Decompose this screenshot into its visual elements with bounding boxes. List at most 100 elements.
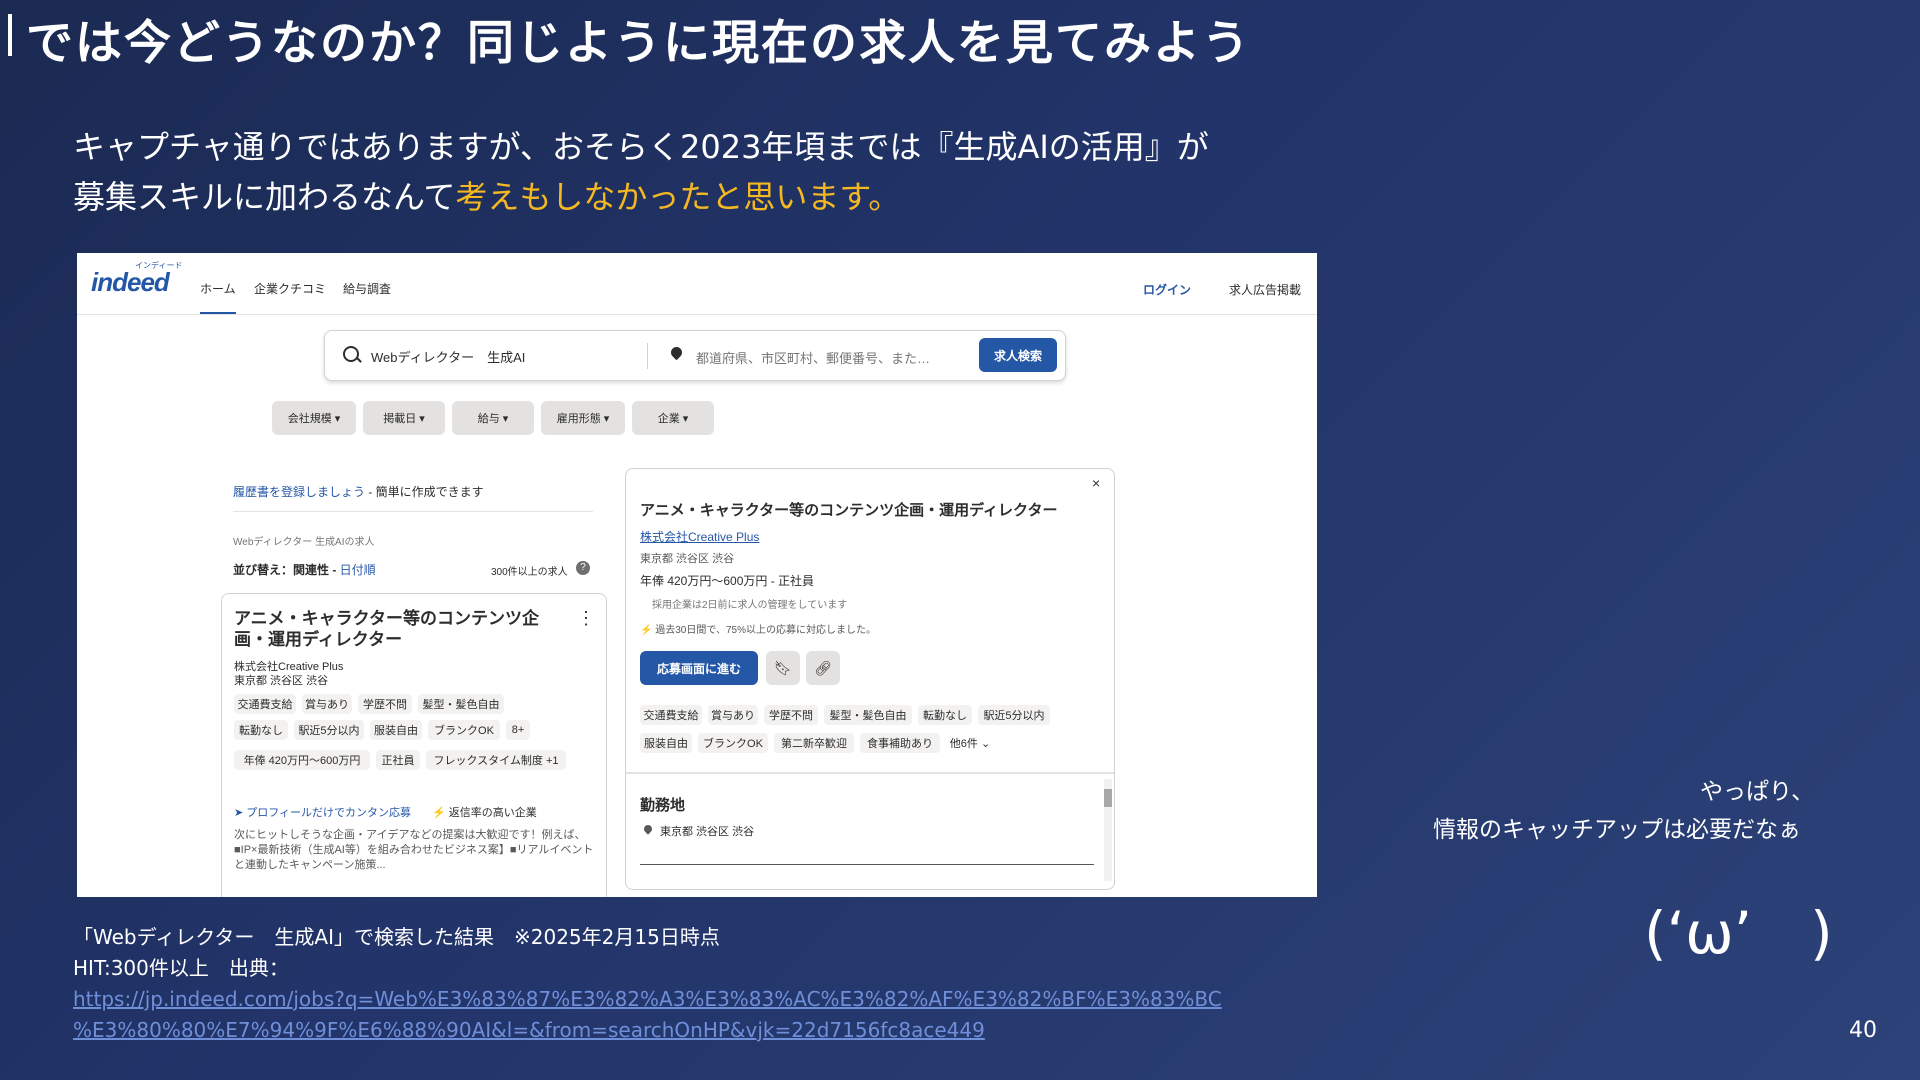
search-what-input[interactable]: Webディレクター 生成AI bbox=[371, 347, 525, 366]
result-label: Webディレクター 生成AIの求人 bbox=[233, 537, 375, 548]
help-icon[interactable]: ? bbox=[576, 561, 590, 575]
job-detail-location: 東京都 渋谷区 渋谷 bbox=[640, 553, 735, 565]
more-tags-toggle[interactable]: 他6件 ⌄ bbox=[946, 733, 994, 753]
filter-label: 雇用形態 bbox=[556, 413, 601, 425]
job-tag: 駅近5分以内 bbox=[294, 720, 364, 740]
job-tag: ブランクOK bbox=[428, 720, 500, 740]
filter-label: 会社規模 bbox=[287, 413, 332, 425]
search-icon bbox=[343, 346, 359, 362]
job-tag: 服装自由 bbox=[640, 733, 692, 753]
job-tag: 交通費支給 bbox=[234, 694, 296, 714]
job-card[interactable]: アニメ・キャラクター等のコンテンツ企画・運用ディレクター ⋮ 株式会社Creat… bbox=[221, 593, 607, 897]
responsive-employer-feature: ⚡ 返信率の高い企業 bbox=[432, 804, 537, 820]
resume-link[interactable]: 履歴書を登録しましょう bbox=[233, 485, 365, 499]
job-detail-response-note: ⚡ 過去30日間で、75%以上の応募に対応しました。 bbox=[640, 621, 876, 636]
divider bbox=[233, 511, 593, 512]
job-tag: 第二新卒歓迎 bbox=[774, 733, 854, 753]
detail-scrollbar-thumb[interactable] bbox=[1104, 789, 1112, 807]
location-pin-icon bbox=[642, 823, 654, 835]
lightning-icon: ⚡ bbox=[640, 625, 653, 636]
resume-prompt: 履歴書を登録しましょう - 簡単に作成できます bbox=[233, 483, 484, 500]
aside-comment-2: 情報のキャッチアップは必要だなぁ bbox=[1433, 817, 1801, 843]
filter-salary[interactable]: 給与 ▾ bbox=[452, 401, 534, 435]
indeed-logo-sub: インディード bbox=[135, 261, 183, 270]
intro-line-2: 募集スキルに加わるなんて考えもしなかったと思います。 bbox=[73, 172, 1209, 222]
nav-company-reviews[interactable]: 企業クチコミ bbox=[254, 280, 326, 297]
source-url-line-1[interactable]: https://jp.indeed.com/jobs?q=Web%E3%83%8… bbox=[73, 987, 1222, 1011]
more-options-icon[interactable]: ⋮ bbox=[577, 608, 595, 629]
job-tag: 交通費支給 bbox=[640, 705, 702, 725]
job-card-location: 東京都 渋谷区 渋谷 bbox=[234, 675, 329, 687]
job-tag: 賞与あり bbox=[708, 705, 758, 725]
close-icon[interactable]: × bbox=[1092, 475, 1100, 491]
job-tag-salary: 年俸 420万円～600万円 bbox=[234, 750, 370, 770]
source-url-line-2[interactable]: %E3%80%80%E7%94%9F%E6%88%90AI&l=&from=se… bbox=[73, 1018, 985, 1042]
caption-line-2: HIT:300件以上 出典： bbox=[73, 956, 289, 980]
job-card-title[interactable]: アニメ・キャラクター等のコンテンツ企画・運用ディレクター bbox=[234, 608, 544, 650]
work-location-address: 東京都 渋谷区 渋谷 bbox=[660, 826, 755, 838]
intro-line-1: キャプチャ通りではありますが、おそらく2023年頃までは『生成AIの活用』が bbox=[73, 128, 1209, 166]
filter-label: 企業 bbox=[657, 413, 680, 425]
source-caption: 「Webディレクター 生成AI」で検索した結果 ※2025年2月15日時点 HI… bbox=[73, 922, 1222, 1046]
filter-employment-type[interactable]: 雇用形態 ▾ bbox=[541, 401, 625, 435]
divider bbox=[626, 772, 1114, 774]
job-tag: 駅近5分以内 bbox=[978, 705, 1050, 725]
title-accent-bar bbox=[8, 14, 12, 56]
intro-line-2-plain: 募集スキルに加わるなんて bbox=[73, 178, 456, 216]
caption-line-1: 「Webディレクター 生成AI」で検索した結果 ※2025年2月15日時点 bbox=[73, 925, 720, 949]
job-tag: ブランクOK bbox=[698, 733, 768, 753]
easy-apply-feature: ➤ プロフィールだけでカンタン応募 bbox=[234, 807, 412, 819]
result-count: 300件以上の求人 bbox=[491, 567, 568, 578]
job-search-bar: Webディレクター 生成AI 都道府県、市区町村、郵便番号、また… 求人検索 bbox=[324, 330, 1066, 381]
job-tag: 食事補助あり bbox=[860, 733, 940, 753]
filter-posted-date[interactable]: 掲載日 ▾ bbox=[363, 401, 445, 435]
intro-highlight: 考えもしなかったと思います。 bbox=[455, 178, 901, 216]
search-where-input[interactable]: 都道府県、市区町村、郵便番号、また… bbox=[696, 348, 930, 367]
job-detail-company-link[interactable]: 株式会社Creative Plus bbox=[640, 528, 759, 545]
job-tag: 正社員 bbox=[376, 750, 420, 770]
sort-date-link[interactable]: 日付順 bbox=[340, 563, 376, 577]
intro-text: キャプチャ通りではありますが、おそらく2023年頃までは『生成AIの活用』が 募… bbox=[73, 122, 1209, 222]
filter-company-size[interactable]: 会社規模 ▾ bbox=[272, 401, 356, 435]
indeed-screenshot: indeed インディード ホーム 企業クチコミ 給与調査 ログイン 求人広告掲… bbox=[77, 253, 1317, 897]
job-tag: 髪型・髪色自由 bbox=[418, 694, 504, 714]
slide-title: では今どうなのか？同じように現在の求人を見てみよう bbox=[26, 16, 1251, 71]
apply-button[interactable]: 応募画面に進む bbox=[640, 651, 758, 685]
sort-control: 並び替え：関連性 - 日付順 bbox=[233, 561, 376, 578]
job-detail-salary: 年俸 420万円～600万円 - 正社員 bbox=[640, 574, 815, 588]
filter-company[interactable]: 企業 ▾ bbox=[632, 401, 714, 435]
sort-label: 並び替え：関連性 - bbox=[233, 563, 340, 577]
job-detail-note: 採用企業は2日前に求人の管理をしています bbox=[652, 600, 848, 611]
divider bbox=[640, 864, 1094, 865]
lightning-icon: ⚡ bbox=[432, 807, 446, 819]
work-location-heading: 勤務地 bbox=[640, 797, 686, 814]
bookmark-icon[interactable]: 🔖︎ bbox=[766, 651, 800, 685]
job-detail-panel: × アニメ・キャラクター等のコンテンツ企画・運用ディレクター 株式会社Creat… bbox=[625, 468, 1115, 890]
resume-rest: - 簡単に作成できます bbox=[365, 485, 484, 499]
login-link[interactable]: ログイン bbox=[1143, 281, 1191, 298]
employer-link[interactable]: 求人広告掲載 bbox=[1229, 281, 1301, 298]
job-tag: 賞与あり bbox=[302, 694, 352, 714]
search-button[interactable]: 求人検索 bbox=[979, 338, 1057, 372]
job-tag: 服装自由 bbox=[370, 720, 422, 740]
job-tag: 転勤なし bbox=[234, 720, 288, 740]
job-tag-more[interactable]: 8+ bbox=[506, 720, 530, 740]
nav-home[interactable]: ホーム bbox=[200, 280, 236, 314]
job-tag: 髪型・髪色自由 bbox=[824, 705, 912, 725]
indeed-logo[interactable]: indeed bbox=[91, 267, 170, 298]
nav-salary[interactable]: 給与調査 bbox=[343, 280, 391, 297]
job-tag: 学歴不問 bbox=[764, 705, 818, 725]
page-number: 40 bbox=[1849, 1018, 1877, 1043]
search-divider bbox=[647, 343, 648, 369]
filter-label: 掲載日 bbox=[383, 413, 417, 425]
responsive-employer-label: 返信率の高い企業 bbox=[448, 807, 537, 819]
easy-apply-label: プロフィールだけでカンタン応募 bbox=[246, 807, 412, 819]
filter-label: 給与 bbox=[477, 413, 500, 425]
job-detail-title: アニメ・キャラクター等のコンテンツ企画・運用ディレクター bbox=[640, 502, 1058, 519]
kaomoji: (‘ω’ ) bbox=[1644, 899, 1833, 967]
job-tag: 学歴不問 bbox=[358, 694, 412, 714]
link-icon[interactable]: 🔗︎ bbox=[806, 651, 840, 685]
job-tag: 転勤なし bbox=[918, 705, 972, 725]
job-tag: フレックスタイム制度 +1 bbox=[426, 750, 566, 770]
response-note-text: 過去30日間で、75%以上の応募に対応しました。 bbox=[652, 625, 876, 636]
